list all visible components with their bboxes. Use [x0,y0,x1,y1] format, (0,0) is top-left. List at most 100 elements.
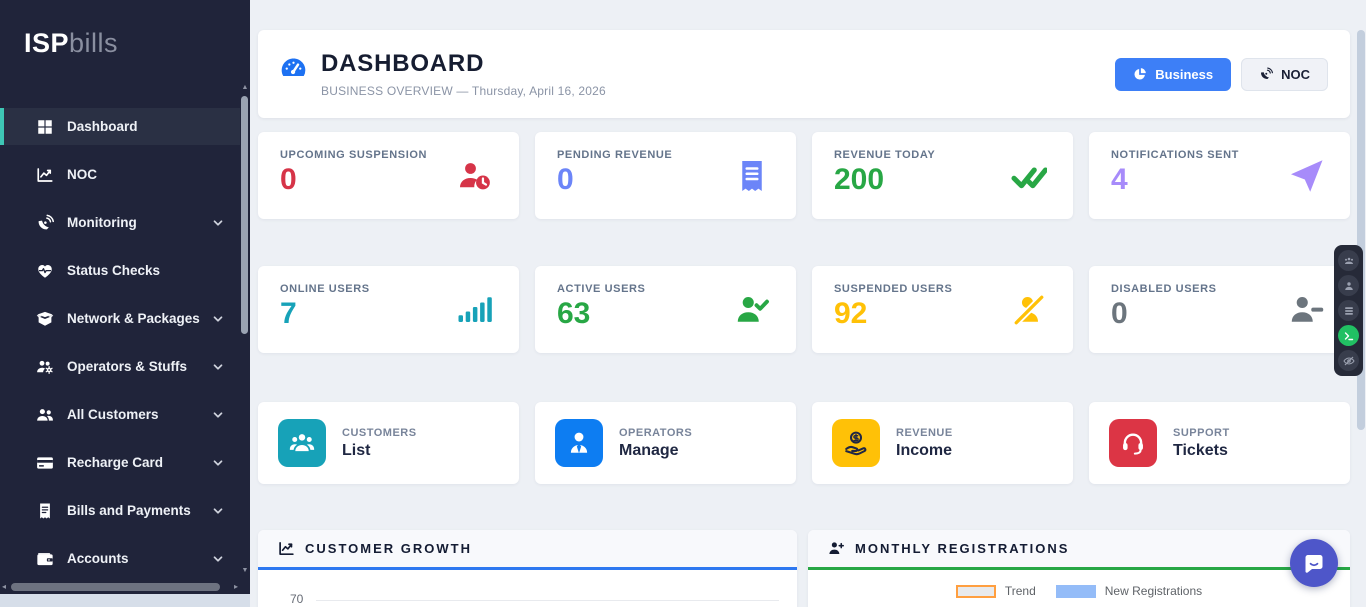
eye-slash-icon[interactable] [1338,350,1359,371]
sidebar-item-status-checks[interactable]: Status Checks [0,252,240,289]
sidebar-item-label: Operators & Stuffs [67,359,187,374]
chevron-down-icon [212,505,224,517]
chevron-down-icon [212,409,224,421]
revenue-income-card[interactable]: REVENUE Income [812,402,1073,484]
scrollbar-thumb[interactable] [11,583,220,591]
page-title: DASHBOARD [321,50,606,78]
sidebar-item-all-customers[interactable]: All Customers [0,396,240,433]
legend-item-trend[interactable]: Trend [956,584,1036,598]
stat-card-disabled-users: DISABLED USERS 0 [1089,266,1350,353]
noc-button-label: NOC [1281,67,1310,82]
group-icon[interactable] [1338,250,1359,271]
sidebar-item-dashboard[interactable]: Dashboard [0,108,240,145]
messenger-icon [1302,551,1326,575]
header-buttons: Business NOC [1115,58,1328,91]
customers-list-card[interactable]: CUSTOMERS List [258,402,519,484]
operators-manage-card[interactable]: OPERATORS Manage [535,402,796,484]
header-text: DASHBOARD BUSINESS OVERVIEW — Thursday, … [321,50,606,98]
logo-light: bills [69,28,118,58]
stat-card-revenue-today: REVENUE TODAY 200 [812,132,1073,219]
customer-growth-chart: 70 [258,570,797,607]
sidebar-item-label: Network & Packages [67,311,200,326]
monthly-registrations-chart: Trend New Registrations [808,570,1350,607]
sidebar-horizontal-scrollbar[interactable]: ◂ ▸ [2,582,238,593]
sidebar: ISPbills Dashboard NOC Monitoring Status… [0,0,250,607]
y-axis-tick: 70 [290,592,303,606]
legend-swatch-trend [956,585,996,598]
business-button[interactable]: Business [1115,58,1231,91]
terminal-icon[interactable] [1338,325,1359,346]
panel-title: MONTHLY REGISTRATIONS [855,541,1069,556]
sidebar-item-recharge-card[interactable]: Recharge Card [0,444,240,481]
double-check-icon [1011,158,1047,194]
signal-bars-icon [457,292,493,328]
speedometer-icon [280,54,307,81]
receipt-icon [36,502,54,520]
page-subtitle: BUSINESS OVERVIEW — Thursday, April 16, … [321,84,606,98]
satellite-dish-icon [36,214,54,232]
sidebar-item-network-packages[interactable]: Network & Packages [0,300,240,337]
satellite-dish-icon [1259,67,1273,81]
app-logo: ISPbills [0,0,250,59]
chevron-down-icon [212,457,224,469]
user-clock-icon [457,158,493,194]
sidebar-bottom-strip [0,594,250,607]
heart-pulse-icon [36,262,54,280]
stat-card-notifications-sent: NOTIFICATIONS SENT 4 [1089,132,1350,219]
sidebar-vertical-scrollbar[interactable]: ▲ ▼ [241,84,249,575]
noc-button[interactable]: NOC [1241,58,1328,91]
stat-card-pending-revenue: PENDING REVENUE 0 [535,132,796,219]
grid-icon [36,118,54,136]
user-tie-icon [555,419,603,467]
action-label: List [342,442,417,460]
scroll-right-arrow[interactable]: ▸ [234,583,238,591]
users-group-icon [278,419,326,467]
sidebar-item-operators-stuffs[interactable]: Operators & Stuffs [0,348,240,385]
sidebar-item-accounts[interactable]: Accounts [0,540,240,577]
support-tickets-card[interactable]: SUPPORT Tickets [1089,402,1350,484]
sidebar-item-label: Dashboard [67,119,138,134]
scroll-left-arrow[interactable]: ◂ [2,583,6,591]
user-slash-icon [1011,292,1047,328]
scrollbar-thumb[interactable] [241,96,248,334]
list-icon[interactable] [1338,300,1359,321]
user-icon[interactable] [1338,275,1359,296]
legend-label: New Registrations [1105,584,1202,598]
action-label: Tickets [1173,442,1230,460]
legend-item-new-registrations[interactable]: New Registrations [1056,584,1202,598]
action-card-text: SUPPORT Tickets [1173,427,1230,460]
action-card-text: CUSTOMERS List [342,427,417,460]
stats-row-2: ONLINE USERS 7 ACTIVE USERS 63 SUSPENDED… [258,266,1350,353]
scroll-up-arrow[interactable]: ▲ [241,84,249,92]
floating-toolbar [1334,245,1363,376]
wallet-icon [36,550,54,568]
chevron-down-icon [212,361,224,373]
receipt-icon [734,158,770,194]
page-header: DASHBOARD BUSINESS OVERVIEW — Thursday, … [258,30,1350,118]
sidebar-item-bills-payments[interactable]: Bills and Payments [0,492,240,529]
action-card-text: REVENUE Income [896,427,953,460]
chevron-down-icon [212,313,224,325]
action-label: Income [896,442,953,460]
headset-icon [1109,419,1157,467]
sidebar-item-label: Recharge Card [67,455,163,470]
paper-plane-icon [1288,158,1324,194]
chart-line-icon [278,540,295,557]
stat-card-online-users: ONLINE USERS 7 [258,266,519,353]
action-label: Manage [619,442,692,460]
stat-card-active-users: ACTIVE USERS 63 [535,266,796,353]
action-card-text: OPERATORS Manage [619,427,692,460]
stat-card-upcoming-suspension: UPCOMING SUSPENSION 0 [258,132,519,219]
legend-label: Trend [1005,584,1036,598]
sidebar-item-label: Status Checks [67,263,160,278]
sidebar-item-label: NOC [67,167,97,182]
chat-launcher-button[interactable] [1290,539,1338,587]
action-category: OPERATORS [619,427,692,439]
chart-gridline [316,600,779,601]
stat-card-suspended-users: SUSPENDED USERS 92 [812,266,1073,353]
chart-line-icon [36,166,54,184]
scroll-down-arrow[interactable]: ▼ [241,567,249,575]
sidebar-item-monitoring[interactable]: Monitoring [0,204,240,241]
hand-dollar-icon [832,419,880,467]
sidebar-item-noc[interactable]: NOC [0,156,240,193]
